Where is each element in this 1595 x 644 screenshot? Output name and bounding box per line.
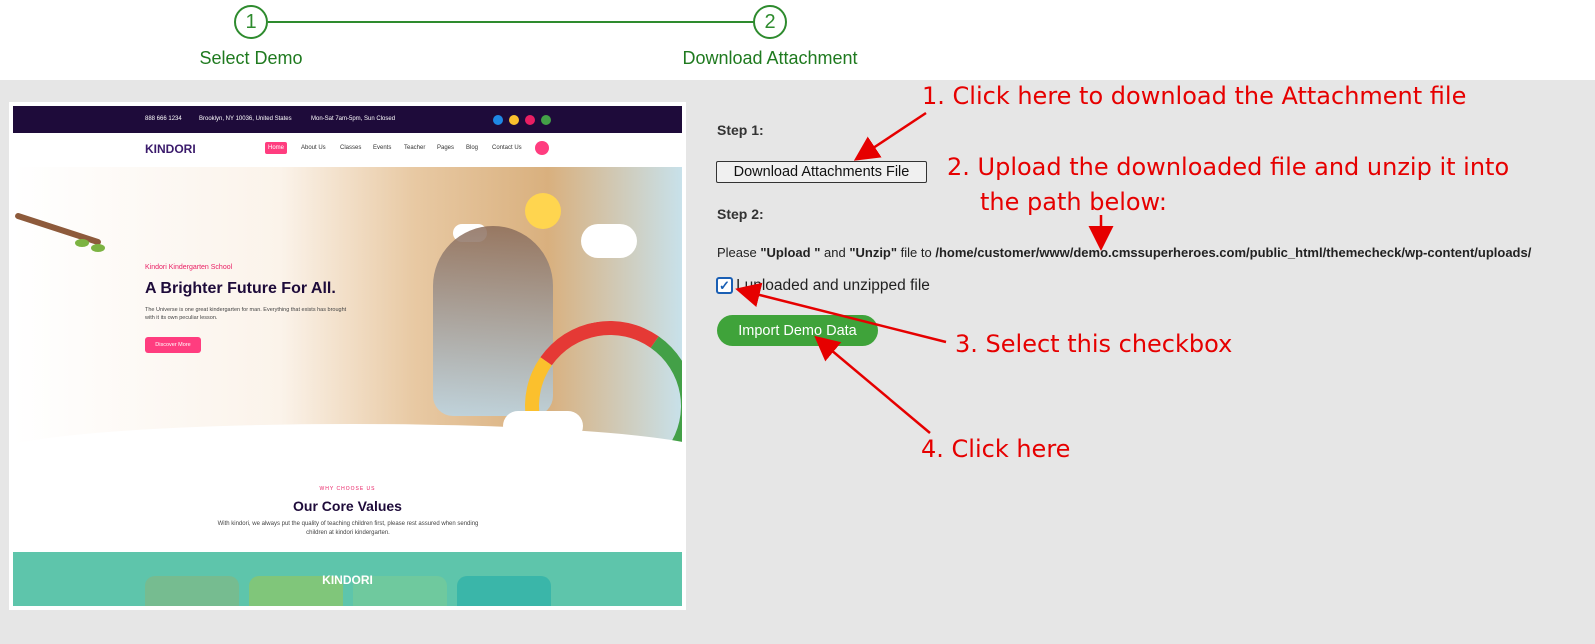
- preview-section-text: With kindori, we always put the quality …: [217, 521, 479, 536]
- annotation-step-2-line-2: the path below:: [980, 188, 1167, 216]
- upload-instruction: Please "Upload " and "Unzip" file to /ho…: [717, 245, 1531, 260]
- step-1-heading: Step 1:: [717, 122, 764, 138]
- demo-preview-image: 888 666 1234 Brooklyn, NY 10036, United …: [9, 102, 686, 610]
- preview-nav-item: Contact Us: [492, 145, 522, 151]
- preview-section-eyebrow: WHY CHOOSE US: [319, 486, 376, 492]
- uploaded-checkbox-label[interactable]: I uploaded and unzipped file: [736, 277, 930, 295]
- step-1-label: Select Demo: [199, 48, 303, 68]
- stepper-connector: [268, 21, 754, 23]
- download-attachments-button[interactable]: Download Attachments File: [716, 161, 927, 183]
- annotation-step-1: 1. Click here to download the Attachment…: [922, 82, 1467, 110]
- facebook-icon: [493, 115, 503, 125]
- cloud-illustration: [581, 224, 637, 258]
- preview-search-icon: [535, 141, 549, 155]
- preview-nav: KINDORI Home About Us Classes Events Tea…: [13, 133, 682, 167]
- annotation-step-4: 4. Click here: [921, 435, 1071, 463]
- preview-nav-home: Home: [265, 142, 287, 154]
- twitter-icon: [509, 115, 519, 125]
- upload-path: /home/customer/www/demo.cmssuperheroes.c…: [935, 245, 1532, 260]
- instruction-unzip: "Unzip": [849, 245, 898, 260]
- instruction-prefix: Please: [717, 245, 757, 260]
- leaf-illustration: [75, 239, 89, 247]
- step-2-heading: Step 2:: [717, 206, 764, 222]
- hero-wave: [13, 424, 682, 484]
- sun-illustration: [525, 193, 561, 229]
- leaf-illustration: [91, 244, 105, 252]
- step-2-label: Download Attachment: [682, 48, 858, 68]
- preview-hero-button: Discover More: [145, 337, 201, 353]
- instruction-and: and: [824, 245, 846, 260]
- preview-nav-item: About Us: [301, 145, 326, 151]
- preview-hero-title: A Brighter Future For All.: [145, 280, 336, 297]
- step-2-circle: 2: [753, 5, 787, 39]
- instruction-file-to: file to: [900, 245, 932, 260]
- google-icon: [541, 115, 551, 125]
- step-1-circle: 1: [234, 5, 268, 39]
- preview-hero-subtitle: Kindori Kindergarten School: [145, 264, 233, 271]
- preview-hero-text: The Universe is one great kindergarten f…: [145, 307, 347, 321]
- preview-footer: KINDORI: [13, 552, 682, 606]
- preview-topbar: 888 666 1234 Brooklyn, NY 10036, United …: [13, 106, 682, 133]
- stepper: 1 2 Select Demo Download Attachment: [0, 0, 1595, 80]
- annotation-step-2-line-1: 2. Upload the downloaded file and unzip …: [947, 153, 1510, 181]
- preview-address: Brooklyn, NY 10036, United States: [199, 116, 292, 122]
- instruction-upload: "Upload ": [760, 245, 821, 260]
- preview-logo: KINDORI: [145, 142, 196, 156]
- preview-nav-item: Teacher: [404, 145, 426, 151]
- preview-nav-item: Pages: [437, 145, 455, 151]
- preview-nav-item: Blog: [466, 145, 479, 151]
- annotation-step-3: 3. Select this checkbox: [955, 330, 1233, 358]
- preview-footer-title: KINDORI: [322, 573, 373, 587]
- preview-hours: Mon-Sat 7am-5pm, Sun Closed: [311, 116, 396, 122]
- uploaded-checkbox[interactable]: ✓: [716, 277, 733, 294]
- preview-section-title: Our Core Values: [293, 498, 402, 514]
- preview-phone: 888 666 1234: [145, 116, 182, 122]
- import-demo-data-button[interactable]: Import Demo Data: [717, 315, 878, 346]
- preview-nav-item: Classes: [340, 145, 362, 151]
- preview-nav-item: Events: [373, 145, 392, 151]
- instagram-icon: [525, 115, 535, 125]
